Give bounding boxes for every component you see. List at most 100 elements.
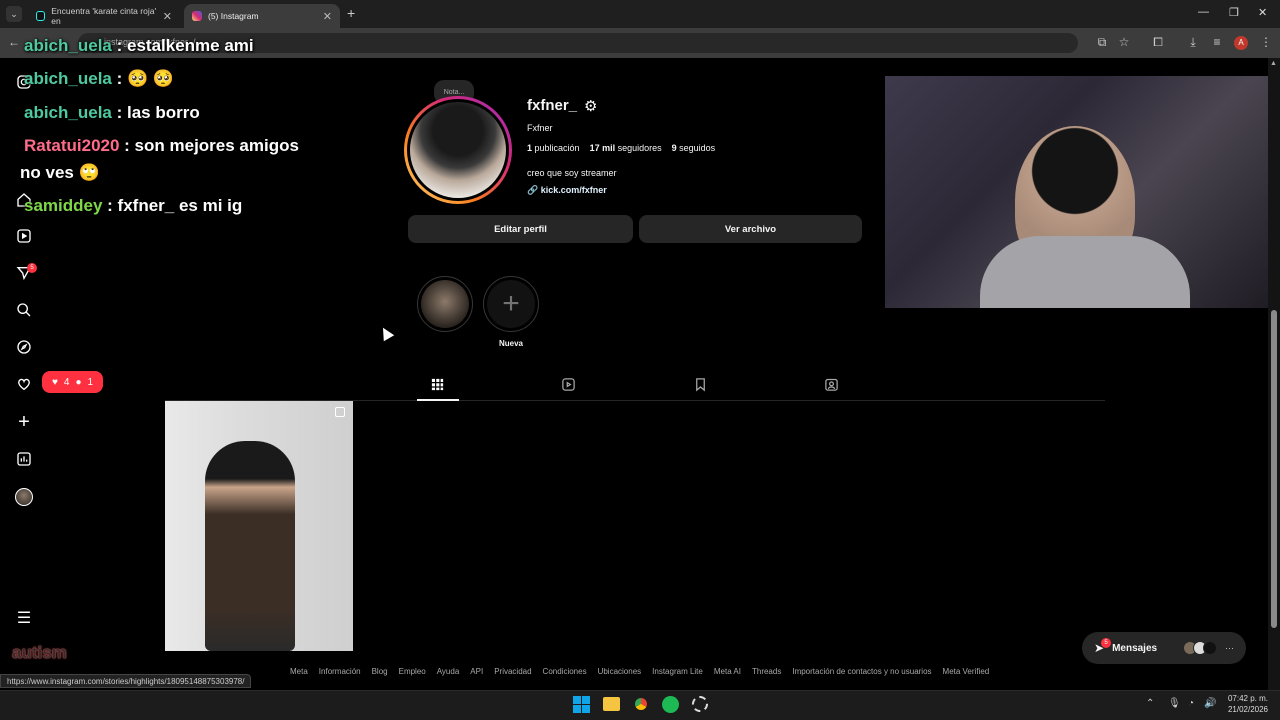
- profile-avatar-icon[interactable]: [14, 487, 34, 507]
- followers-stat[interactable]: 17 mil seguidores: [590, 143, 662, 153]
- dashboard-icon[interactable]: [14, 449, 34, 469]
- new-highlight-button[interactable]: +: [483, 276, 539, 332]
- menu-kebab-icon[interactable]: ⋮: [1258, 35, 1274, 51]
- restore-icon[interactable]: ❐: [1229, 6, 1239, 19]
- new-tab-button[interactable]: +: [347, 5, 355, 21]
- heart-icon: ♥: [51, 376, 58, 388]
- overlay-logo: autism: [12, 643, 67, 662]
- messages-badge: 5: [27, 263, 37, 273]
- footer-link[interactable]: Importación de contactos y no usuarios: [792, 667, 931, 676]
- minimize-icon[interactable]: —: [1198, 6, 1209, 18]
- footer-link[interactable]: API: [470, 667, 483, 676]
- follows-count: 1: [87, 376, 94, 388]
- chat-message: abich_uela : estalkenme ami: [24, 36, 254, 55]
- messages-avatars: [1183, 641, 1217, 655]
- tab-tagged-icon[interactable]: [824, 377, 839, 397]
- tab-search-dropdown[interactable]: ⌄: [6, 6, 22, 22]
- create-plus-icon[interactable]: +: [14, 411, 34, 433]
- chat-message: samiddey : fxfner_ es mi ig: [24, 196, 243, 215]
- tab-posts-active-indicator: [417, 399, 459, 401]
- footer-link[interactable]: Información: [319, 667, 361, 676]
- post-figure: [205, 441, 295, 651]
- webcam-overlay: [885, 76, 1268, 308]
- media-control-icon[interactable]: ≡: [1209, 35, 1225, 51]
- close-tab-icon[interactable]: ✕: [163, 10, 172, 23]
- profile-avatar[interactable]: A: [1234, 36, 1248, 50]
- bio-link[interactable]: 🔗 kick.com/fxfner: [527, 185, 607, 196]
- tab-reels-icon[interactable]: [561, 377, 576, 397]
- likes-count: 4: [63, 376, 70, 388]
- following-stat[interactable]: 9 seguidos: [672, 143, 716, 153]
- notifications-heart-icon[interactable]: [14, 374, 34, 394]
- extensions-icon[interactable]: ⧠: [1150, 35, 1166, 51]
- plus-icon: +: [487, 280, 535, 328]
- footer-link[interactable]: Instagram Lite: [652, 667, 703, 676]
- tab-saved-icon[interactable]: [693, 377, 708, 397]
- file-explorer-icon[interactable]: [603, 697, 620, 711]
- spotify-icon[interactable]: [662, 696, 679, 713]
- person-icon: ●: [75, 376, 82, 388]
- chat-message: abich_uela : 🥺 🥺: [24, 69, 175, 88]
- chrome-icon[interactable]: [632, 695, 650, 713]
- scroll-up-icon[interactable]: ▲: [1270, 60, 1277, 67]
- footer-link[interactable]: Meta AI: [714, 667, 741, 676]
- messages-label: Mensajes: [1112, 642, 1158, 654]
- post-thumbnail[interactable]: [165, 401, 353, 651]
- browser-tab-bar: ⌄ Encuentra 'karate cinta roja' en ✕ (5)…: [0, 0, 1280, 28]
- footer-link[interactable]: Ubicaciones: [598, 667, 642, 676]
- chat-message: Ratatui2020 : son mejores amigos: [24, 136, 299, 155]
- back-icon[interactable]: ←: [6, 35, 22, 51]
- tiktok-icon: [36, 11, 46, 21]
- multi-post-icon: [335, 407, 345, 417]
- clock-date: 21/02/2026: [1227, 705, 1268, 714]
- tab-title: Encuentra 'karate cinta roja' en: [51, 6, 157, 26]
- link-icon: 🔗: [527, 185, 539, 195]
- bio: creo que soy streamer: [527, 168, 617, 178]
- footer-link[interactable]: Condiciones: [543, 667, 587, 676]
- microphone-icon[interactable]: 🎙: [1168, 698, 1181, 709]
- app-icon[interactable]: [692, 696, 708, 712]
- profile-stats: 1 publicación 17 mil seguidores 9 seguid…: [527, 143, 715, 153]
- close-tab-icon[interactable]: ✕: [323, 10, 332, 23]
- view-archive-button[interactable]: Ver archivo: [639, 215, 862, 243]
- volume-icon[interactable]: 🔊: [1204, 698, 1216, 709]
- tab-posts-grid-icon[interactable]: [430, 377, 445, 397]
- footer-link[interactable]: Blog: [372, 667, 388, 676]
- footer-link[interactable]: Privacidad: [494, 667, 531, 676]
- more-menu-icon[interactable]: ☰: [14, 608, 34, 628]
- close-window-icon[interactable]: ✕: [1258, 6, 1267, 19]
- notification-tooltip[interactable]: ♥ 4 ● 1: [42, 371, 103, 393]
- instagram-icon: [192, 11, 202, 21]
- bookmark-star-icon[interactable]: ☆: [1116, 35, 1132, 51]
- settings-gear-icon[interactable]: ⚙: [584, 97, 597, 115]
- edit-profile-button[interactable]: Editar perfil: [408, 215, 633, 243]
- tab-tiktok[interactable]: Encuentra 'karate cinta roja' en ✕: [28, 4, 180, 28]
- tab-instagram[interactable]: (5) Instagram ✕: [184, 4, 340, 28]
- messages-widget[interactable]: ➤ Mensajes ···: [1082, 632, 1246, 664]
- footer-link[interactable]: Meta Verified: [943, 667, 990, 676]
- posts-stat: 1 publicación: [527, 143, 580, 153]
- tab-title: (5) Instagram: [208, 11, 259, 21]
- footer-link[interactable]: Meta: [290, 667, 308, 676]
- download-icon[interactable]: ⤓: [1185, 35, 1201, 51]
- wifi-icon[interactable]: ◔: [1188, 698, 1194, 709]
- windows-start-icon[interactable]: [573, 696, 590, 713]
- scrollbar-thumb[interactable]: [1271, 310, 1277, 628]
- explore-icon[interactable]: [14, 337, 34, 357]
- footer-link[interactable]: Ayuda: [437, 667, 460, 676]
- chat-message: no ves 🙄: [20, 163, 100, 182]
- footer-link[interactable]: Empleo: [399, 667, 426, 676]
- status-url-bar: https://www.instagram.com/stories/highli…: [0, 674, 252, 688]
- footer-links: Meta Información Blog Empleo Ayuda API P…: [290, 667, 989, 676]
- profile-picture-ring[interactable]: [404, 96, 512, 204]
- new-highlight-label: Nueva: [498, 339, 523, 348]
- search-icon[interactable]: [14, 300, 34, 320]
- tray-chevron-icon[interactable]: ⌃: [1146, 698, 1154, 709]
- install-app-icon[interactable]: ⧉: [1094, 35, 1110, 51]
- more-dots-icon: ···: [1225, 643, 1234, 653]
- clock[interactable]: 07:42 p. m. 21/02/2026: [1222, 693, 1268, 715]
- clock-time: 07:42 p. m.: [1227, 694, 1268, 703]
- highlight-item[interactable]: [417, 276, 473, 332]
- reels-icon[interactable]: [14, 226, 34, 246]
- footer-link[interactable]: Threads: [752, 667, 781, 676]
